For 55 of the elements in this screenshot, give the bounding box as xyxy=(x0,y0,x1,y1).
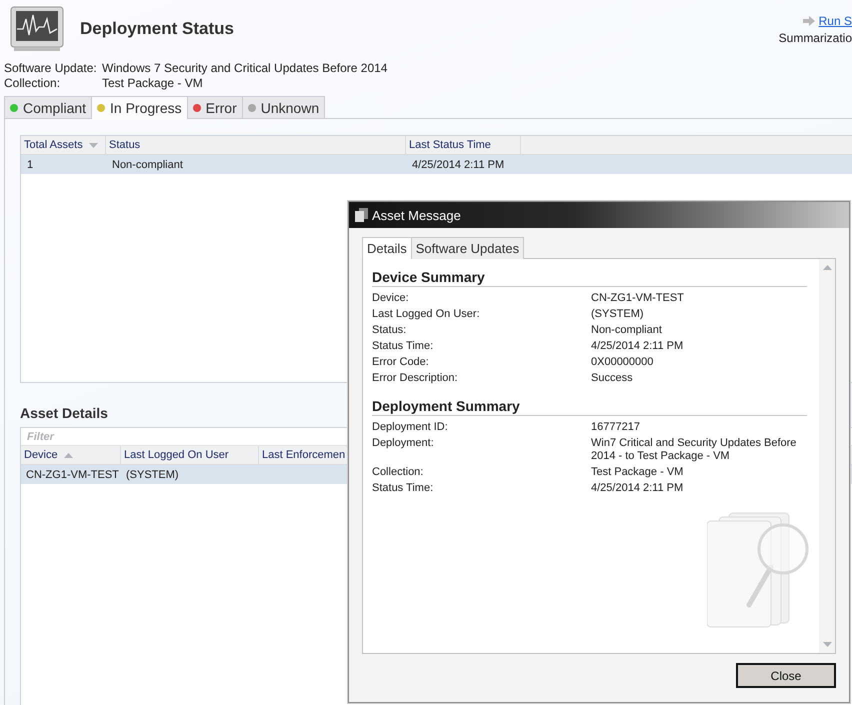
field-label: Last Logged On User: xyxy=(372,308,481,321)
table-cell-text: 1 xyxy=(26,158,34,170)
field-label: Status Time: xyxy=(372,482,434,495)
table-cell-text: CN-ZG1-VM-TEST xyxy=(25,468,120,480)
column-header[interactable]: Device xyxy=(24,449,58,461)
status-tab[interactable]: In Progress xyxy=(91,96,188,119)
column-header[interactable]: Status xyxy=(109,139,140,151)
section-heading: Device Summary xyxy=(372,259,807,287)
dialog-tab[interactable]: Software Updates xyxy=(410,237,524,259)
info-label: Collection: xyxy=(4,76,62,91)
status-tab[interactable]: Unknown xyxy=(242,96,326,118)
dialog-tab[interactable]: Details xyxy=(362,237,412,259)
field-value: Non-compliant xyxy=(591,324,663,337)
status-tab[interactable]: Compliant xyxy=(4,96,92,118)
table-cell-text: 4/25/2014 2:11 PM xyxy=(411,158,506,170)
monitor-icon xyxy=(8,5,66,53)
column-header[interactable]: Last Logged On User xyxy=(124,449,229,461)
arrow-icon xyxy=(802,16,815,26)
scroll-up-icon xyxy=(822,265,832,270)
field-label: Deployment: xyxy=(372,437,435,451)
field-value: 0X00000000 xyxy=(591,356,654,369)
column-header[interactable]: Total Assets xyxy=(24,139,83,151)
field-value: Win7 Critical and Security Updates Before 2014 - to Test Package - VM xyxy=(591,437,798,463)
field-label: Collection: xyxy=(372,466,424,479)
field-label: Error Code: xyxy=(372,356,430,369)
field-value: CN-ZG1-VM-TEST xyxy=(591,292,685,305)
field-value: 4/25/2014 2:11 PM xyxy=(591,340,684,353)
field-label: Status Time: xyxy=(372,340,434,353)
field-value: 4/25/2014 2:11 PM xyxy=(591,482,684,495)
table-cell-text: (SYSTEM) xyxy=(125,468,180,480)
info-value: Windows 7 Security and Critical Updates Before 2014 xyxy=(102,61,388,76)
field-label: Device: xyxy=(372,292,410,305)
field-value: Success xyxy=(591,372,634,385)
dialog-title: Asset Message xyxy=(372,208,461,222)
section-title: Asset Details xyxy=(20,405,108,421)
info-label: Software Update: xyxy=(4,61,98,76)
column-header[interactable]: Last Status Time xyxy=(409,139,491,151)
table-row[interactable]: 1 Non-compliant 4/25/2014 2:11 PM xyxy=(21,155,852,174)
info-value: Test Package - VM xyxy=(102,76,204,91)
field-value: 16777217 xyxy=(591,421,641,434)
status-tab[interactable]: Error xyxy=(186,96,243,118)
scroll-down-icon xyxy=(822,642,832,647)
section-heading: Deployment Summary xyxy=(372,388,807,416)
run-link[interactable]: Run S xyxy=(818,14,852,28)
field-label: Error Description: xyxy=(372,372,459,385)
table-cell-text: Non-compliant xyxy=(111,158,184,170)
field-label: Deployment ID: xyxy=(372,421,449,434)
close-button[interactable]: Close xyxy=(736,663,836,688)
summarization-caption: Summarizatio xyxy=(778,31,852,45)
field-value: Test Package - VM xyxy=(591,466,684,479)
field-value: (SYSTEM) xyxy=(591,308,645,321)
documents-icon xyxy=(355,208,368,222)
column-header[interactable]: Last Enforcemen xyxy=(262,449,346,461)
field-label: Status: xyxy=(372,324,408,337)
page-title: Deployment Status xyxy=(80,19,235,39)
